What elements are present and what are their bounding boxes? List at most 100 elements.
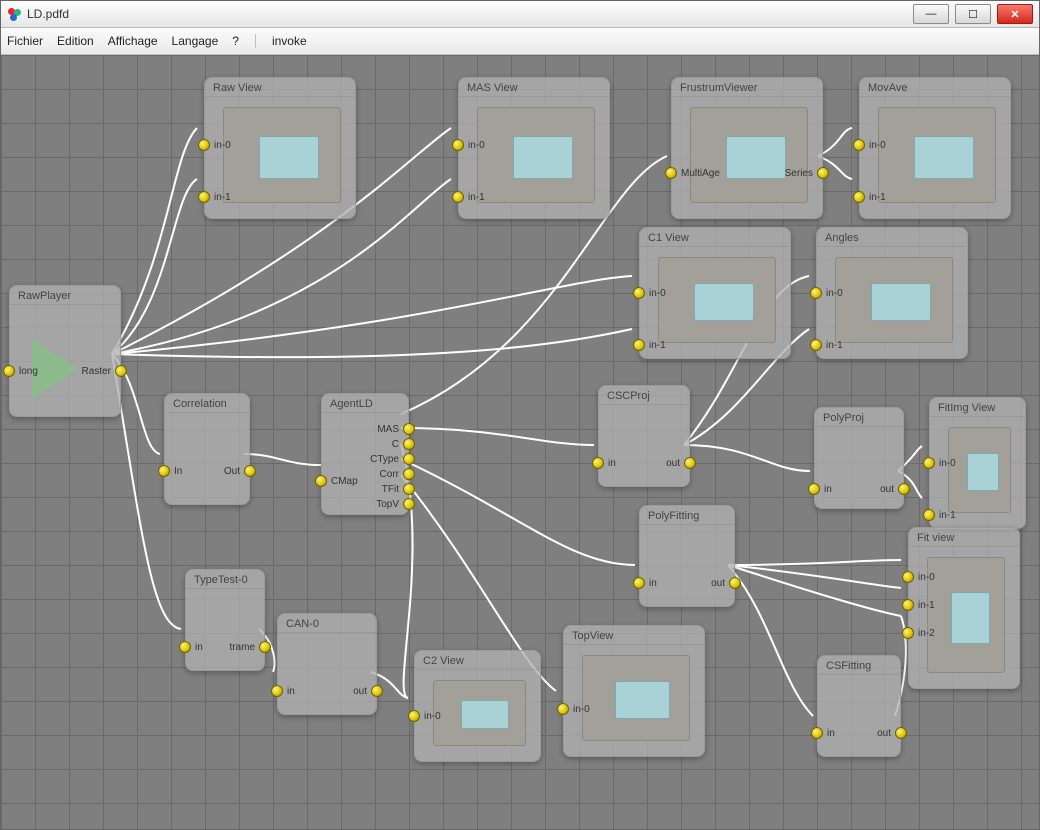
port-in[interactable]: in <box>179 641 203 653</box>
node-title: MovAve <box>860 78 1010 97</box>
node-title: AgentLD <box>322 394 408 413</box>
node-title: Raw View <box>205 78 355 97</box>
node-title: CSFitting <box>818 656 900 675</box>
port-in0[interactable]: in-0 <box>853 139 886 151</box>
port-out[interactable]: out <box>353 685 383 697</box>
node-fit-view[interactable]: Fit view in-0 in-1 in-2 <box>908 527 1020 689</box>
port-out[interactable]: out <box>666 457 696 469</box>
port-in0[interactable]: in-0 <box>198 139 231 151</box>
node-polyproj[interactable]: PolyProj in out <box>814 407 904 509</box>
port-in1[interactable]: in-1 <box>853 191 886 203</box>
node-typetest0[interactable]: TypeTest-0 in trame <box>185 569 265 671</box>
port-in[interactable]: In <box>158 465 182 477</box>
node-raw-view[interactable]: Raw View in-0 in-1 <box>204 77 356 219</box>
port-in[interactable]: in <box>808 483 832 495</box>
node-movave[interactable]: MovAve in-0 in-1 <box>859 77 1011 219</box>
port-topv[interactable]: TopV <box>376 498 415 510</box>
node-title: C2 View <box>415 651 540 670</box>
port-tfit[interactable]: TFit <box>382 483 415 495</box>
port-out[interactable]: out <box>711 577 741 589</box>
port-in[interactable]: in <box>633 577 657 589</box>
node-c1-view[interactable]: C1 View in-0 in-1 <box>639 227 791 359</box>
port-corr[interactable]: Corr <box>380 468 415 480</box>
play-icon <box>32 339 78 399</box>
close-button[interactable]: ✕ <box>997 4 1033 24</box>
port-c[interactable]: C <box>392 438 415 450</box>
port-in[interactable]: in <box>592 457 616 469</box>
menu-invoke[interactable]: invoke <box>272 34 307 48</box>
port-in2[interactable]: in-2 <box>902 627 935 639</box>
thumbnail <box>835 257 953 343</box>
port-trame[interactable]: trame <box>229 641 271 653</box>
port-multiage[interactable]: MultiAge <box>665 167 720 179</box>
node-title: TypeTest-0 <box>186 570 264 589</box>
menu-edit[interactable]: Edition <box>57 34 94 48</box>
menu-help[interactable]: ? <box>232 34 239 48</box>
thumbnail <box>878 107 996 203</box>
thumbnail <box>582 655 690 741</box>
graph-canvas[interactable]: RawPlayer long Raster Raw View in-0 in-1… <box>1 55 1039 829</box>
titlebar[interactable]: LD.pdfd — ☐ ✕ <box>1 1 1039 28</box>
port-long[interactable]: long <box>3 365 38 377</box>
node-can0[interactable]: CAN-0 in out <box>277 613 377 715</box>
thumbnail <box>223 107 341 203</box>
port-in0[interactable]: in-0 <box>902 571 935 583</box>
node-csfitting[interactable]: CSFitting in out <box>817 655 901 757</box>
port-mas[interactable]: MAS <box>377 423 415 435</box>
port-cmap[interactable]: CMap <box>315 475 358 487</box>
node-angles[interactable]: Angles in-0 in-1 <box>816 227 968 359</box>
node-cscproj[interactable]: CSCProj in out <box>598 385 690 487</box>
node-correlation[interactable]: Correlation In Out <box>164 393 250 505</box>
thumbnail <box>433 680 526 746</box>
node-title: MAS View <box>459 78 609 97</box>
node-title: Correlation <box>165 394 249 413</box>
port-ctype[interactable]: CType <box>370 453 415 465</box>
port-series[interactable]: Series <box>785 167 829 179</box>
node-title: CSCProj <box>599 386 689 405</box>
port-out[interactable]: out <box>880 483 910 495</box>
menu-file[interactable]: Fichier <box>7 34 43 48</box>
menubar: Fichier Edition Affichage Langage ? invo… <box>1 28 1039 55</box>
node-title: C1 View <box>640 228 790 247</box>
minimize-button[interactable]: — <box>913 4 949 24</box>
node-top-view[interactable]: TopView in-0 <box>563 625 705 757</box>
menu-lang[interactable]: Langage <box>172 34 219 48</box>
port-raster[interactable]: Raster <box>82 365 127 377</box>
node-title: PolyFitting <box>640 506 734 525</box>
port-in1[interactable]: in-1 <box>198 191 231 203</box>
node-frustrum-viewer[interactable]: FrustrumViewer MultiAge Series <box>671 77 823 219</box>
port-in1[interactable]: in-1 <box>923 509 956 521</box>
node-title: Angles <box>817 228 967 247</box>
menu-view[interactable]: Affichage <box>108 34 158 48</box>
port-out[interactable]: Out <box>224 465 256 477</box>
port-in[interactable]: in <box>271 685 295 697</box>
port-in0[interactable]: in-0 <box>557 703 590 715</box>
port-in0[interactable]: in-0 <box>810 287 843 299</box>
node-c2-view[interactable]: C2 View in-0 <box>414 650 541 762</box>
node-rawplayer[interactable]: RawPlayer long Raster <box>9 285 121 417</box>
port-in1[interactable]: in-1 <box>902 599 935 611</box>
port-in0[interactable]: in-0 <box>633 287 666 299</box>
node-title: FitImg View <box>930 398 1025 417</box>
port-in1[interactable]: in-1 <box>633 339 666 351</box>
node-mas-view[interactable]: MAS View in-0 in-1 <box>458 77 610 219</box>
thumbnail <box>927 557 1005 673</box>
port-in0[interactable]: in-0 <box>452 139 485 151</box>
thumbnail <box>690 107 808 203</box>
port-out[interactable]: out <box>877 727 907 739</box>
port-in[interactable]: in <box>811 727 835 739</box>
port-in1[interactable]: in-1 <box>810 339 843 351</box>
thumbnail <box>477 107 595 203</box>
app-icon <box>7 7 21 21</box>
thumbnail <box>948 427 1011 513</box>
node-fitimg-view[interactable]: FitImg View in-0 in-1 <box>929 397 1026 529</box>
node-title: PolyProj <box>815 408 903 427</box>
node-agentld[interactable]: AgentLD CMap MAS C CType Corr TFit TopV <box>321 393 409 515</box>
port-in1[interactable]: in-1 <box>452 191 485 203</box>
port-in0[interactable]: in-0 <box>408 710 441 722</box>
maximize-button[interactable]: ☐ <box>955 4 991 24</box>
node-polyfitting[interactable]: PolyFitting in out <box>639 505 735 607</box>
node-title: FrustrumViewer <box>672 78 822 97</box>
port-in0[interactable]: in-0 <box>923 457 956 469</box>
node-title: CAN-0 <box>278 614 376 633</box>
